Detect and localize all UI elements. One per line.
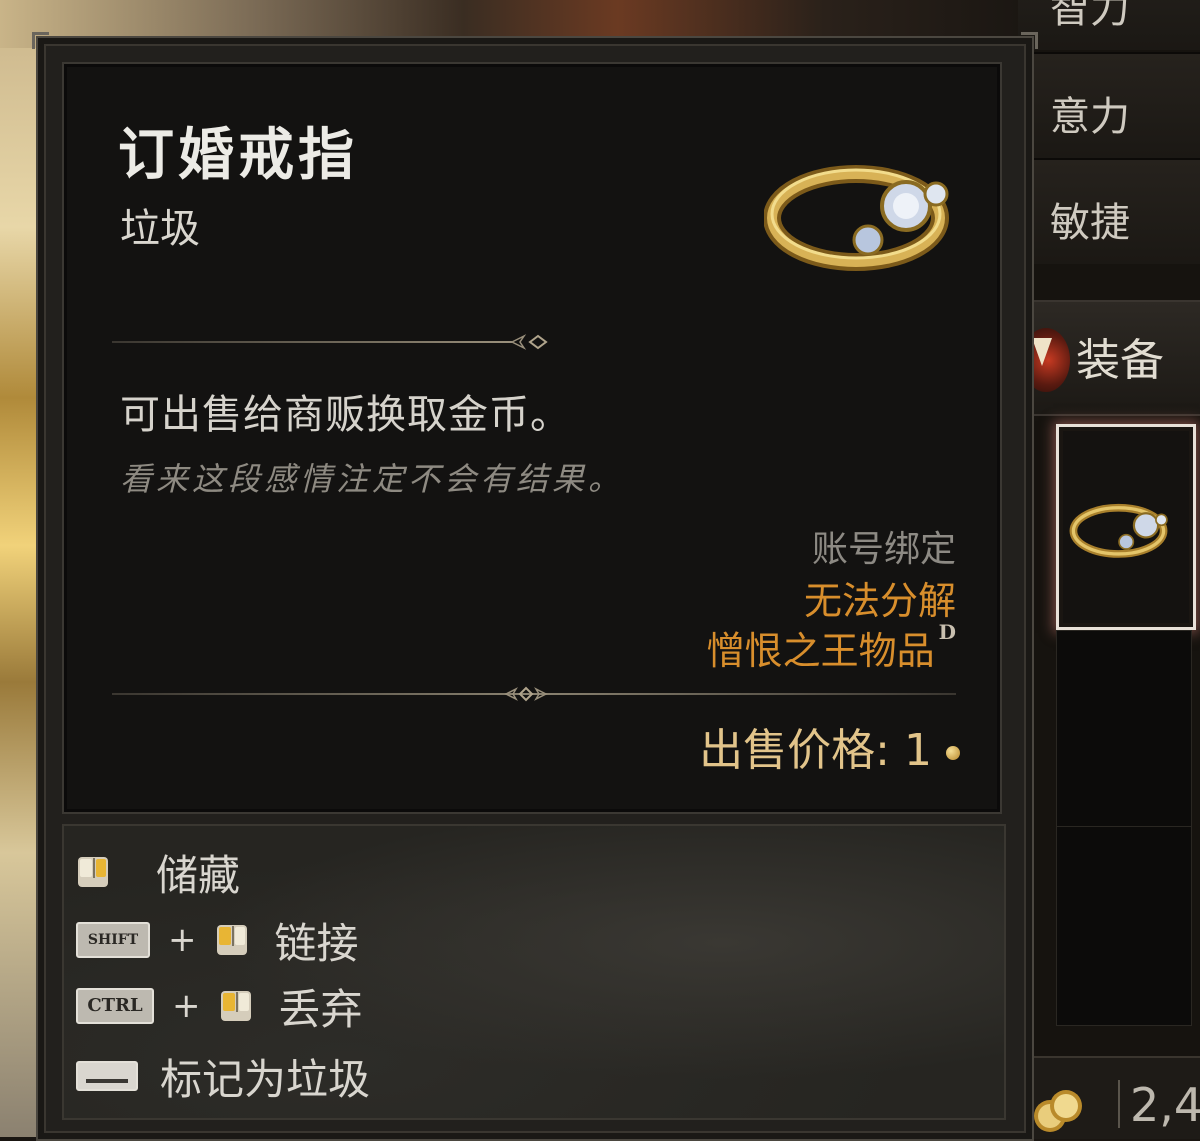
left-click-icon xyxy=(215,923,249,957)
plus-sign: + xyxy=(172,986,201,1026)
item-flavor-text: 看来这段感情注定不会有结果。 xyxy=(120,460,625,498)
plus-sign: + xyxy=(168,920,197,960)
item-name: 订婚戒指 xyxy=(118,122,358,188)
gold-display: 2,4 xyxy=(1026,1056,1200,1139)
stat-row-willpower: 意力 xyxy=(1018,52,1200,158)
stat-label: 意力 xyxy=(1050,94,1130,140)
gold-amount: 2,4 xyxy=(1130,1078,1200,1132)
item-type: 垃圾 xyxy=(120,206,200,252)
left-click-icon xyxy=(219,989,253,1023)
item-tooltip: 订婚戒指 垃圾 可出售给商贩换取金币。 看来这段感情注定不会有结果。 账号绑定 … xyxy=(62,62,1002,814)
gold-coin-icon xyxy=(946,746,960,760)
action-label: 链接 xyxy=(274,918,359,968)
arrow-down-icon xyxy=(1032,338,1052,366)
ctrl-key-icon: CTRL xyxy=(76,988,154,1024)
item-actions-panel: 储藏 SHIFT + 链接 CTRL + 丢弃 标记为垃圾 xyxy=(62,824,1006,1120)
ring-icon xyxy=(764,165,949,271)
action-stash[interactable]: 储藏 xyxy=(76,842,240,902)
inventory-slot[interactable] xyxy=(1056,630,1192,828)
stat-label: 敏捷 xyxy=(1050,200,1130,246)
gold-coins-icon xyxy=(1034,1090,1082,1132)
account-bound-label: 账号绑定 xyxy=(811,529,956,570)
stat-row-dexterity: 敏捷 xyxy=(1018,158,1200,264)
shift-key-icon: SHIFT xyxy=(76,922,150,958)
expansion-logo-icon: D xyxy=(938,620,956,644)
inventory-slot[interactable] xyxy=(1056,826,1192,1026)
ring-icon xyxy=(1069,503,1168,558)
cannot-salvage-label: 无法分解 xyxy=(803,579,956,623)
divider-ornament-icon xyxy=(510,334,548,350)
action-label: 标记为垃圾 xyxy=(160,1054,371,1104)
sell-price: 出售价格: 1 xyxy=(699,714,960,778)
vessel-of-hatred-label: 憎恨之王物品 xyxy=(706,629,935,673)
tab-equipment[interactable]: 装备 xyxy=(1018,300,1200,416)
sell-price-value: 1 xyxy=(904,725,932,776)
divider-ornament-icon xyxy=(504,686,548,702)
stat-row-intelligence: 智力 xyxy=(1018,0,1200,50)
space-key-icon xyxy=(76,1061,138,1091)
gold-separator xyxy=(1118,1080,1120,1128)
divider xyxy=(112,332,552,352)
inventory-slot-selected[interactable] xyxy=(1056,424,1196,630)
vessel-of-hatred-tag: 憎恨之王物品 D xyxy=(707,620,956,675)
item-description: 可出售给商贩换取金币。 xyxy=(120,392,571,438)
action-label: 储藏 xyxy=(156,850,241,900)
action-mark-as-junk[interactable]: 标记为垃圾 xyxy=(76,1046,370,1106)
stat-label: 智力 xyxy=(1050,0,1130,32)
action-discard[interactable]: CTRL + 丢弃 xyxy=(76,976,363,1036)
tab-equipment-label: 装备 xyxy=(1076,335,1164,386)
sell-price-label: 出售价格: xyxy=(699,725,890,776)
action-link[interactable]: SHIFT + 链接 xyxy=(76,910,359,970)
action-label: 丢弃 xyxy=(278,984,363,1034)
right-click-icon xyxy=(76,855,110,889)
divider xyxy=(112,684,956,704)
